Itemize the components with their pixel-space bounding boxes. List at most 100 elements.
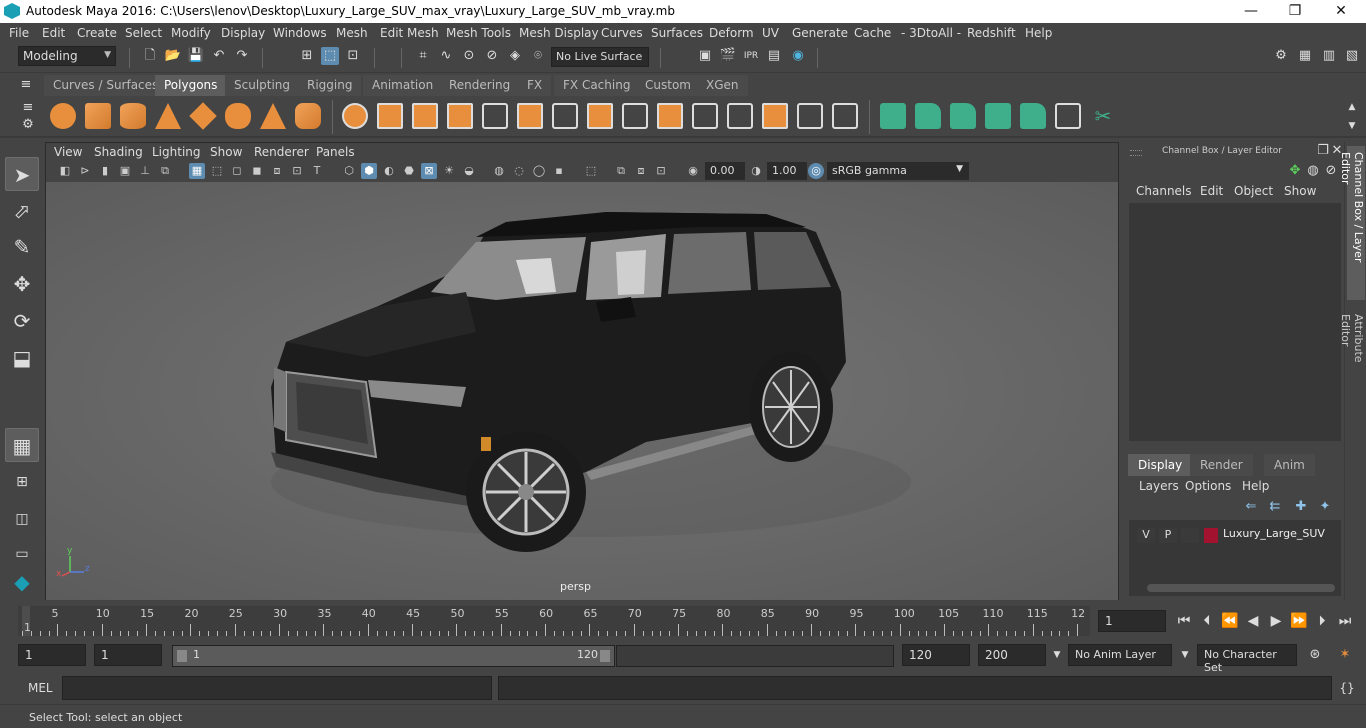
four-view-layout-icon[interactable]: ⊞ xyxy=(5,465,39,499)
grid-toggle-icon[interactable]: ⊥ xyxy=(137,163,153,179)
lasso-tool-icon[interactable]: ⬀ xyxy=(5,194,39,228)
menu-file[interactable]: File xyxy=(9,26,29,40)
menu-generate[interactable]: Generate xyxy=(792,26,848,40)
select-object-icon[interactable]: ⬚ xyxy=(321,47,339,65)
range-end-handle[interactable] xyxy=(600,650,610,662)
edit-menu[interactable]: Edit xyxy=(1200,184,1223,198)
poke-icon[interactable] xyxy=(797,103,823,129)
command-input[interactable] xyxy=(62,676,492,700)
rotate-tool-icon[interactable]: ⟳ xyxy=(5,304,39,338)
uv-unfold-icon[interactable] xyxy=(1020,103,1046,129)
wireframe-on-shaded-icon[interactable]: ⬣ xyxy=(401,163,417,179)
poly-cylinder-icon[interactable] xyxy=(120,103,146,129)
step-forward-frame-icon[interactable]: ⏵ xyxy=(1312,612,1332,630)
motion-blur-icon[interactable]: ◌ xyxy=(511,163,527,179)
gate-mask-icon[interactable]: ◻ xyxy=(229,163,245,179)
scale-tool-icon[interactable]: ⬓ xyxy=(5,341,39,375)
maya-home-icon[interactable]: ◆ xyxy=(5,565,39,599)
menu-mesh-tools[interactable]: Mesh Tools xyxy=(446,26,511,40)
channel-box-toggle-icon[interactable]: ▧ xyxy=(1343,47,1361,65)
layer-name[interactable]: Luxury_Large_SUV xyxy=(1223,527,1325,540)
animation-start-field[interactable]: 1 xyxy=(18,644,86,666)
script-language-label[interactable]: MEL xyxy=(28,681,53,695)
step-forward-key-icon[interactable]: ⏩ xyxy=(1289,612,1309,630)
menu-mesh-display[interactable]: Mesh Display xyxy=(519,26,599,40)
field-chart-icon[interactable]: ◼ xyxy=(249,163,265,179)
menu-deform[interactable]: Deform xyxy=(709,26,754,40)
layer-tab-render[interactable]: Render xyxy=(1190,454,1253,476)
separate-icon[interactable] xyxy=(377,103,403,129)
uv-planar-icon[interactable] xyxy=(880,103,906,129)
image-plane-icon[interactable]: ▣ xyxy=(117,163,133,179)
open-scene-icon[interactable]: 📂 xyxy=(164,47,182,65)
bevel-icon[interactable] xyxy=(552,103,578,129)
hypershade-icon[interactable]: ◉ xyxy=(789,47,807,65)
isolate-select-icon[interactable]: ⬚ xyxy=(583,163,599,179)
menu-help[interactable]: Help xyxy=(1025,26,1052,40)
menu-redshift[interactable]: Redshift xyxy=(967,26,1016,40)
viewport-menu-renderer[interactable]: Renderer xyxy=(254,145,309,159)
select-hierarchy-icon[interactable]: ⊞ xyxy=(298,47,316,65)
anim-layer-dropdown[interactable]: No Anim Layer xyxy=(1068,644,1172,666)
wireframe-grid-icon[interactable]: ▦ xyxy=(189,163,205,179)
film-gate-icon[interactable]: ⧉ xyxy=(157,163,173,179)
manipulator-icon[interactable]: ✥ xyxy=(1286,162,1304,180)
viewport-menu-show[interactable]: Show xyxy=(210,145,242,159)
minimize-button[interactable]: — xyxy=(1228,1,1274,22)
shelf-tab-polygons[interactable]: Polygons xyxy=(155,75,227,96)
text-overlay-icon[interactable]: T xyxy=(309,163,325,179)
menu-3dtoall[interactable]: - 3DtoAll - xyxy=(901,26,961,40)
help-menu[interactable]: Help xyxy=(1242,479,1269,493)
layer-tab-anim[interactable]: Anim xyxy=(1264,454,1315,476)
textured-icon[interactable]: ⊠ xyxy=(421,163,437,179)
move-layer-down-icon[interactable]: ⇇ xyxy=(1266,498,1284,516)
color-management-icon[interactable]: ◎ xyxy=(808,163,824,179)
xray-icon[interactable]: ⧉ xyxy=(613,163,629,179)
redo-icon[interactable]: ↷ xyxy=(233,47,251,65)
render-view-icon[interactable]: ▣ xyxy=(696,47,714,65)
step-back-frame-icon[interactable]: ⏴ xyxy=(1197,612,1217,630)
layer-row[interactable]: V P Luxury_Large_SUV xyxy=(1133,526,1337,544)
snap-grid-icon[interactable]: ⌗ xyxy=(414,47,432,65)
hyper-icon[interactable]: ⊘ xyxy=(1322,162,1340,180)
resolution-gate-icon[interactable]: ⬚ xyxy=(209,163,225,179)
menu-surfaces[interactable]: Surfaces xyxy=(651,26,703,40)
menu-set-dropdown[interactable]: Modeling ▼ xyxy=(18,46,116,66)
channels-menu[interactable]: Channels xyxy=(1136,184,1192,198)
menu-windows[interactable]: Windows xyxy=(273,26,327,40)
bool-icon[interactable] xyxy=(587,103,613,129)
paint-select-tool-icon[interactable]: ✎ xyxy=(5,230,39,264)
make-live-icon[interactable]: ⌾ xyxy=(529,47,547,65)
layer-tab-display[interactable]: Display xyxy=(1128,454,1193,476)
poly-cone-icon[interactable] xyxy=(155,103,181,129)
current-frame-field[interactable]: 1 xyxy=(1098,610,1166,632)
shelf-tab-fx[interactable]: FX xyxy=(518,75,552,96)
step-back-key-icon[interactable]: ⏪ xyxy=(1220,612,1240,630)
chevron-down-icon[interactable]: ▼ xyxy=(1176,646,1194,664)
offset-edge-loop-icon[interactable] xyxy=(727,103,753,129)
uv-automatic-icon[interactable] xyxy=(985,103,1011,129)
poly-sphere-icon[interactable] xyxy=(50,103,76,129)
snap-curve-icon[interactable]: ∿ xyxy=(437,47,455,65)
exposure-icon[interactable]: ◉ xyxy=(685,163,701,179)
new-layer-selected-icon[interactable]: ✦ xyxy=(1316,498,1334,516)
poly-pipe-icon[interactable] xyxy=(295,103,321,129)
animation-end-field[interactable]: 200 xyxy=(978,644,1046,666)
uv-spherical-icon[interactable] xyxy=(950,103,976,129)
restore-button[interactable]: ❐ xyxy=(1272,1,1318,22)
timeline-ruler[interactable]: 1 5 10 15 20 25 30 35 40 45 50 55 60 65 70 75 80 85 90 95 1… xyxy=(18,606,1090,636)
fill-hole-icon[interactable] xyxy=(762,103,788,129)
gamma-field[interactable]: 1.00 xyxy=(767,162,807,180)
show-menu[interactable]: Show xyxy=(1284,184,1316,198)
menu-mesh[interactable]: Mesh xyxy=(336,26,368,40)
layer-playback-toggle[interactable]: P xyxy=(1159,528,1177,543)
move-tool-icon[interactable]: ✥ xyxy=(5,267,39,301)
tool-settings-toggle-icon[interactable]: ▥ xyxy=(1320,47,1338,65)
speed-icon[interactable]: ◍ xyxy=(1304,162,1322,180)
menu-curves[interactable]: Curves xyxy=(601,26,643,40)
chevron-down-icon[interactable]: ▼ xyxy=(1048,646,1066,664)
options-menu[interactable]: Options xyxy=(1185,479,1231,493)
safe-action-icon[interactable]: ⧈ xyxy=(269,163,285,179)
layers-menu[interactable]: Layers xyxy=(1139,479,1179,493)
character-set-dropdown[interactable]: No Character Set xyxy=(1197,644,1297,674)
